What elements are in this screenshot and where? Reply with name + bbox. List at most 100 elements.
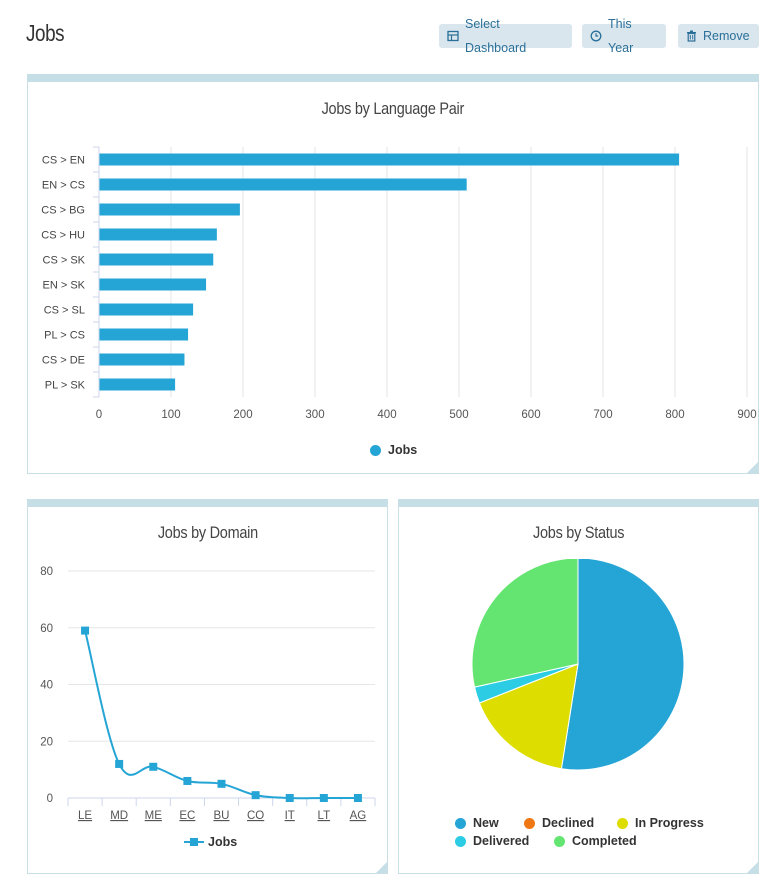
- bar[interactable]: [99, 153, 680, 166]
- x-tick-label: 200: [233, 409, 252, 421]
- resize-handle[interactable]: [747, 462, 758, 473]
- language-pair-chart-title: Jobs by Language Pair: [321, 99, 465, 118]
- data-point-marker[interactable]: [285, 794, 294, 802]
- y-tick-label: 20: [40, 736, 53, 748]
- y-tick-label: 60: [40, 623, 53, 635]
- dashboard-icon: [447, 30, 459, 42]
- data-point-marker[interactable]: [217, 779, 226, 788]
- data-point-marker[interactable]: [115, 759, 124, 768]
- remove-label: Remove: [703, 29, 750, 43]
- series-line: [84, 630, 358, 800]
- x-tick-label: 900: [737, 409, 756, 421]
- y-tick-label: CS > DE: [42, 355, 85, 367]
- bar[interactable]: [99, 378, 176, 391]
- language-pair-legend[interactable]: Jobs: [370, 443, 417, 457]
- y-tick-label: PL > CS: [44, 330, 85, 342]
- legend-marker: [554, 835, 565, 847]
- bar[interactable]: [99, 278, 207, 291]
- select-dashboard-label: Select Dashboard: [465, 17, 527, 55]
- x-tick-label[interactable]: IT: [285, 810, 295, 822]
- status-chart-title: Jobs by Status: [532, 523, 625, 542]
- bar[interactable]: [99, 303, 194, 316]
- x-tick-label: 600: [521, 409, 540, 421]
- data-point-marker[interactable]: [353, 794, 362, 802]
- legend-item[interactable]: Completed: [554, 834, 637, 848]
- select-dashboard-button[interactable]: Select Dashboard: [439, 17, 572, 55]
- pie-slice[interactable]: [471, 559, 579, 688]
- data-point-marker[interactable]: [251, 791, 260, 800]
- legend-item[interactable]: Delivered: [455, 834, 529, 848]
- legend-jobs-label: Jobs: [388, 443, 418, 457]
- x-tick-label[interactable]: ME: [145, 810, 163, 822]
- legend-label: Delivered: [473, 834, 530, 848]
- domain-panel: Jobs by Domain 0 20 40 60 80 LE MD ME EC BU CO IT LT…: [27, 499, 388, 874]
- bar[interactable]: [99, 228, 217, 241]
- y-tick-label: PL > SK: [45, 380, 86, 392]
- this-year-label: This Year: [608, 17, 634, 55]
- x-tick-label[interactable]: LT: [318, 810, 331, 822]
- x-tick-label: 100: [161, 409, 180, 421]
- x-tick-label[interactable]: CO: [247, 810, 264, 822]
- trash-icon: [686, 30, 697, 42]
- status-panel: Jobs by Status New Declined In Progress Del…: [398, 499, 759, 874]
- pie-slice[interactable]: [560, 559, 685, 771]
- x-tick-label: 500: [449, 409, 468, 421]
- legend-label: New: [473, 816, 499, 830]
- data-point-marker[interactable]: [319, 794, 328, 802]
- legend-marker: [455, 817, 466, 829]
- data-point-marker[interactable]: [183, 776, 192, 785]
- bar[interactable]: [99, 203, 240, 216]
- domain-line-chart: 0 20 40 60 80 LE MD ME EC BU CO IT LT AG: [40, 566, 376, 822]
- domain-chart-title: Jobs by Domain: [157, 523, 258, 542]
- x-tick-label[interactable]: MD: [110, 810, 128, 822]
- legend-jobs-label: Jobs: [208, 835, 238, 849]
- data-point-marker[interactable]: [81, 626, 90, 635]
- y-tick-label: EN > CS: [42, 180, 85, 192]
- language-pair-bar-chart: 0 100 200 300 400 500 600 700 800 900 CS > EN EN > …: [41, 146, 757, 421]
- legend-label: Completed: [572, 834, 637, 848]
- bar[interactable]: [99, 178, 467, 191]
- legend-item[interactable]: Declined: [524, 816, 594, 830]
- x-tick-label[interactable]: LE: [78, 810, 92, 822]
- language-pair-panel: Jobs by Language Pair 0 100 200 300 400 500 60…: [27, 74, 759, 474]
- x-tick-label: 700: [593, 409, 612, 421]
- x-tick-label: 0: [96, 409, 102, 421]
- bar[interactable]: [99, 253, 214, 266]
- legend-marker: [455, 835, 466, 847]
- data-point-marker[interactable]: [149, 762, 158, 771]
- y-tick-label: CS > BG: [41, 205, 85, 217]
- x-tick-label[interactable]: BU: [214, 810, 230, 822]
- y-tick-label: CS > HU: [41, 230, 85, 242]
- this-year-button[interactable]: This Year: [582, 17, 666, 55]
- legend-marker: [617, 817, 628, 829]
- resize-handle[interactable]: [376, 862, 387, 873]
- resize-handle[interactable]: [747, 862, 758, 873]
- y-tick-label: EN > SK: [43, 280, 86, 292]
- bar[interactable]: [99, 353, 185, 366]
- x-tick-label: 800: [665, 409, 684, 421]
- legend-item[interactable]: New: [455, 816, 499, 830]
- legend-item[interactable]: In Progress: [617, 816, 704, 830]
- x-tick-label: 400: [377, 409, 396, 421]
- x-tick-label: 300: [305, 409, 324, 421]
- x-tick-label[interactable]: AG: [350, 810, 367, 822]
- y-tick-label: CS > EN: [42, 155, 85, 167]
- legend-label: Declined: [542, 816, 595, 830]
- y-tick-label: 80: [40, 566, 53, 578]
- status-pie-chart: [471, 559, 685, 771]
- legend-jobs-marker: [370, 444, 381, 456]
- y-tick-label: 40: [40, 680, 53, 692]
- y-tick-label: CS > SL: [44, 305, 85, 317]
- legend-marker: [524, 817, 535, 829]
- status-legend: New Declined In Progress Delivered Completed: [399, 816, 758, 856]
- y-tick-label: CS > SK: [43, 255, 86, 267]
- legend-label: In Progress: [635, 816, 704, 830]
- y-tick-label: 0: [47, 793, 53, 805]
- page-title: Jobs: [26, 20, 65, 46]
- remove-button[interactable]: Remove: [678, 24, 759, 48]
- bar[interactable]: [99, 328, 189, 341]
- legend-jobs-line-marker: [184, 838, 204, 846]
- domain-legend[interactable]: Jobs: [184, 835, 237, 849]
- x-tick-label[interactable]: EC: [179, 810, 195, 822]
- clock-icon: [590, 30, 602, 42]
